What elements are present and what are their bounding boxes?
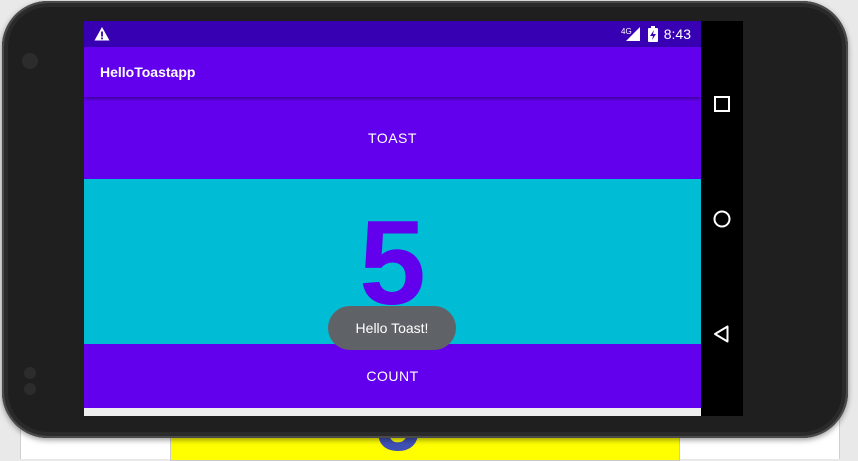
warning-icon [94,27,110,41]
count-value: 5 [359,196,426,330]
front-camera [22,53,38,69]
count-button[interactable]: COUNT [84,344,701,408]
toast-button[interactable]: TOAST [84,97,701,179]
signal-icon: 4G [621,27,640,41]
sensor-dot [24,367,36,379]
sensor-dot [24,383,36,395]
status-time: 8:43 [663,26,691,42]
app-title: HelloToastapp [100,64,196,80]
status-bar: 4G 8:43 [84,21,701,47]
navigation-bar [701,21,743,416]
battery-charging-icon [647,26,658,42]
toast-message: Hello Toast! [328,306,456,350]
triangle-back-icon[interactable] [712,324,732,344]
device-screen: 4G 8:43 HelloToastapp TOAST 5 COUNT Hell… [84,21,701,416]
square-icon[interactable] [712,94,732,114]
circle-icon[interactable] [712,209,732,229]
network-type-label: 4G [621,27,632,36]
status-icons: 4G 8:43 [620,26,691,42]
screen-bottom-strip [84,408,701,416]
app-bar: HelloToastapp [84,47,701,97]
